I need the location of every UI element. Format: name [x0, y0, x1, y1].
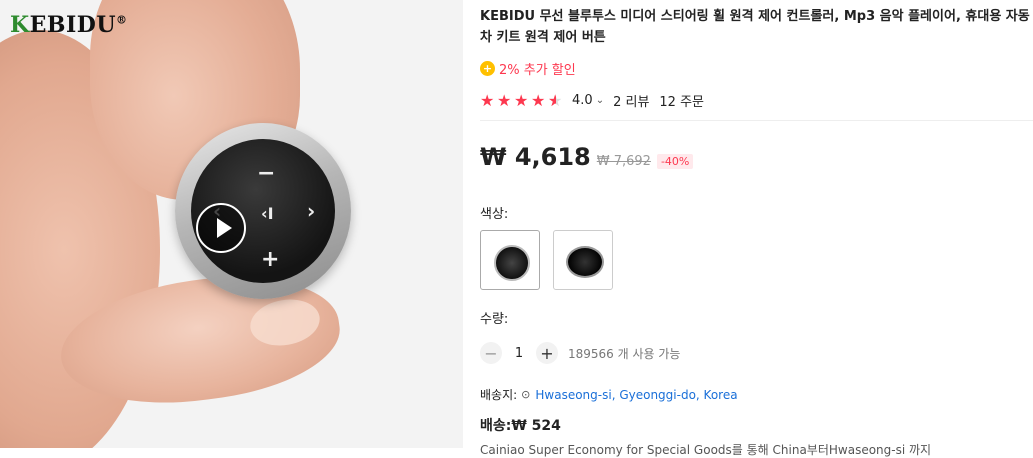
location-pin-icon: ⊙	[521, 388, 531, 401]
rating-stars: ★ ★ ★ ★ ★	[480, 90, 565, 110]
coupon-badge[interactable]: + 2% 추가 할인	[480, 59, 1033, 78]
color-option-2[interactable]	[553, 230, 613, 290]
color-option-1[interactable]	[480, 230, 540, 290]
divider	[480, 120, 1033, 121]
current-price: ₩ 4,618	[480, 143, 591, 171]
star-icon: ★	[497, 90, 512, 110]
color-label: 색상:	[480, 207, 509, 222]
review-count[interactable]: 2 리뷰	[613, 91, 649, 110]
chevron-down-icon[interactable]: ⌄	[596, 95, 604, 106]
product-info: KEBIDU 무선 블루투스 미디어 스티어링 휠 원격 제어 컨트롤러, Mp…	[480, 0, 1033, 458]
available-stock: 189566 개 사용 가능	[568, 346, 681, 361]
brand-logo: KEBIDU®	[10, 12, 128, 38]
next-symbol: ›	[307, 199, 316, 223]
ship-to-location[interactable]: Hwaseong-si, Gyeonggi-do, Korea	[535, 388, 737, 402]
increase-button[interactable]: +	[536, 342, 558, 364]
decrease-button[interactable]: −	[480, 342, 502, 364]
product-title: KEBIDU 무선 블루투스 미디어 스티어링 휠 원격 제어 컨트롤러, Mp…	[480, 9, 1030, 45]
option-thumbnail	[494, 245, 530, 281]
price-row: ₩ 4,618 ₩ 7,692 -40%	[480, 143, 1033, 171]
star-icon: ★	[514, 90, 529, 110]
original-price: ₩ 7,692	[596, 154, 651, 169]
brand-rest: EBIDU	[29, 12, 117, 38]
plus-symbol: +	[261, 247, 280, 272]
minus-symbol: −	[257, 161, 276, 186]
rating-row[interactable]: ★ ★ ★ ★ ★ 4.0 ⌄ 2 리뷰 12 주문	[480, 91, 1033, 110]
brand-registered-mark: ®	[116, 13, 128, 27]
video-play-icon[interactable]	[196, 203, 246, 253]
order-count: 12 주문	[659, 95, 705, 110]
ship-to-row: 배송지: ⊙ Hwaseong-si, Gyeonggi-do, Korea	[480, 386, 1033, 403]
quantity-stepper: − 1 + 189566 개 사용 가능	[480, 342, 1033, 364]
star-icon: ★	[531, 90, 546, 110]
shipping-description: Cainiao Super Economy for Special Goods를…	[480, 443, 932, 457]
star-icon: ★	[480, 90, 495, 110]
shipping-fee: 배송:₩ 524	[480, 418, 561, 434]
rating-score: 4.0	[572, 93, 593, 108]
coin-icon: +	[480, 61, 495, 76]
product-image[interactable]: − ‹I › + ‹ KEBIDU®	[0, 0, 463, 448]
prev-symbol: ‹I	[261, 204, 274, 223]
ship-to-label: 배송지:	[480, 388, 518, 402]
quantity-value[interactable]: 1	[502, 346, 536, 361]
quantity-label: 수량:	[480, 312, 509, 327]
discount-badge: -40%	[656, 154, 694, 169]
option-thumbnail	[566, 246, 604, 278]
color-options	[480, 230, 1033, 290]
star-half-icon: ★	[548, 92, 564, 109]
coupon-text: 2% 추가 할인	[499, 63, 576, 78]
